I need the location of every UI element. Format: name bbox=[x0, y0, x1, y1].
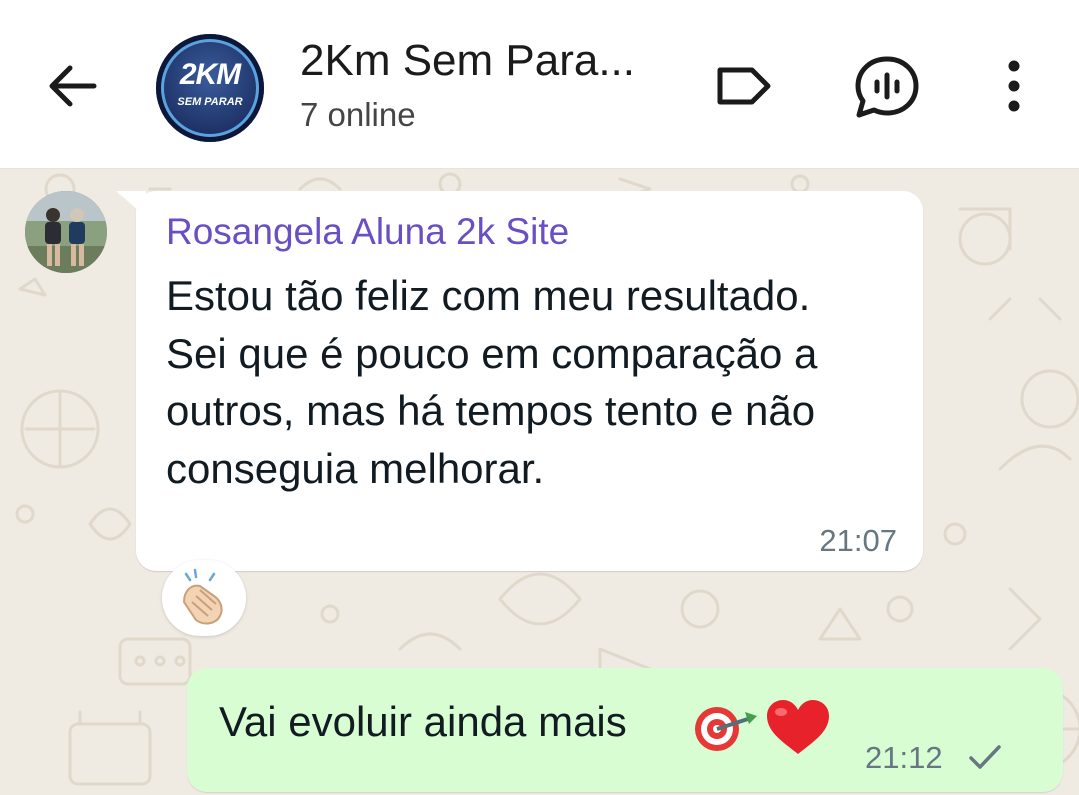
single-check-icon bbox=[969, 745, 1001, 769]
voice-chat-icon[interactable] bbox=[852, 54, 922, 120]
message-timestamp: 21:12 bbox=[865, 740, 943, 775]
label-tag-icon[interactable] bbox=[712, 58, 774, 114]
incoming-message-bubble[interactable]: Rosangela Aluna 2k Site Estou tão feliz … bbox=[136, 191, 923, 571]
chat-header: 2KM SEM PARAR 2Km Sem Para... 7 online bbox=[0, 0, 1079, 169]
clapping-hands-emoji bbox=[182, 568, 223, 625]
avatar-logo-text: 2KM bbox=[179, 58, 241, 91]
direct-hit-emoji bbox=[695, 707, 757, 751]
sender-photo bbox=[25, 191, 107, 273]
group-title-block[interactable]: 2Km Sem Para... 7 online bbox=[300, 36, 690, 134]
message-timestamp: 21:07 bbox=[819, 523, 897, 558]
target-heart-emojis bbox=[695, 700, 829, 754]
sender-avatar[interactable] bbox=[25, 191, 107, 273]
message-reaction[interactable] bbox=[162, 560, 246, 636]
message-text: Vai evoluir ainda mais bbox=[219, 698, 627, 745]
group-online-status: 7 online bbox=[300, 96, 416, 133]
message-sender-name[interactable]: Rosangela Aluna 2k Site bbox=[166, 211, 569, 253]
group-name: 2Km Sem Para... bbox=[300, 36, 636, 85]
group-avatar[interactable]: 2KM SEM PARAR bbox=[156, 34, 264, 142]
red-heart-emoji bbox=[767, 700, 829, 754]
avatar-logo-subtext: SEM PARAR bbox=[177, 96, 243, 108]
arrow-left-icon[interactable] bbox=[44, 58, 100, 114]
more-vertical-icon[interactable] bbox=[996, 56, 1032, 116]
outgoing-message-bubble[interactable]: Vai evoluir ainda mais 21:12 bbox=[187, 668, 1063, 792]
message-text: Estou tão feliz com meu resultado. Sei q… bbox=[166, 272, 818, 492]
